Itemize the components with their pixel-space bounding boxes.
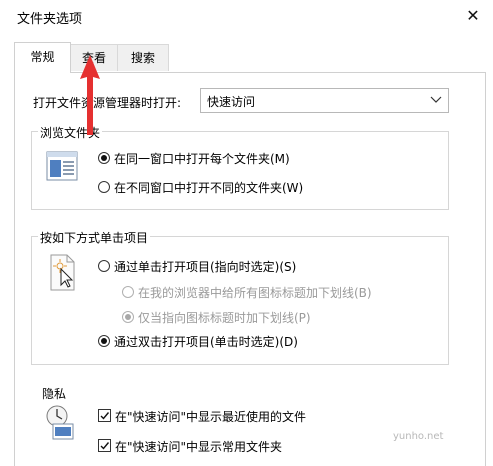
radio-button[interactable] bbox=[98, 335, 110, 347]
click-items-legend: 按如下方式单击项目 bbox=[38, 229, 151, 246]
pointer-click-icon bbox=[47, 253, 79, 293]
option-label: 在同一窗口中打开每个文件夹(M) bbox=[114, 152, 290, 166]
radio-button[interactable] bbox=[122, 311, 134, 323]
chevron-down-icon bbox=[429, 92, 443, 106]
radio-button[interactable] bbox=[98, 260, 110, 272]
window-title: 文件夹选项 bbox=[17, 12, 83, 27]
checkbox[interactable] bbox=[98, 439, 111, 452]
open-explorer-selected: 快速访问 bbox=[207, 95, 256, 109]
radio-button[interactable] bbox=[98, 181, 110, 193]
close-icon[interactable]: ✕ bbox=[462, 5, 484, 27]
checkbox[interactable] bbox=[98, 409, 111, 422]
open-explorer-label: 打开文件资源管理器时打开: bbox=[33, 96, 182, 110]
radio-button[interactable] bbox=[98, 152, 110, 164]
folder-window-icon bbox=[46, 151, 78, 181]
option-label: 在我的浏览器中给所有图标标题加下划线(B) bbox=[138, 286, 372, 300]
radio-button[interactable] bbox=[122, 286, 134, 298]
title-bar: 文件夹选项 ✕ bbox=[0, 0, 493, 36]
red-arrow-annotation-icon bbox=[78, 55, 102, 135]
privacy-clock-icon bbox=[45, 404, 79, 444]
option-label: 仅当指向图标标题时加下划线(P) bbox=[138, 311, 311, 325]
option-label: 在"快速访问"中显示常用文件夹 bbox=[115, 440, 283, 454]
tab-general[interactable]: 常规 bbox=[14, 42, 71, 73]
option-label: 在不同窗口中打开不同的文件夹(W) bbox=[114, 181, 304, 195]
privacy-legend: 隐私 bbox=[40, 385, 69, 402]
option-label: 通过双击打开项目(单击时选定)(D) bbox=[114, 335, 298, 349]
tab-search[interactable]: 搜索 bbox=[117, 44, 169, 71]
open-explorer-dropdown[interactable]: 快速访问 bbox=[200, 88, 449, 113]
option-label: 在"快速访问"中显示最近使用的文件 bbox=[115, 410, 307, 424]
browse-folders-group bbox=[31, 131, 449, 210]
watermark: yunho.net bbox=[393, 431, 444, 442]
option-label: 通过单击打开项目(指向时选定)(S) bbox=[114, 260, 297, 274]
